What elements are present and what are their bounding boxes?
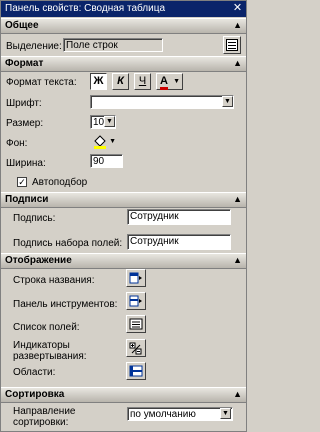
section-format-title: Формат <box>5 58 44 69</box>
text-format-label: Формат текста: <box>6 77 77 88</box>
toolbar-label: Панель инструментов: <box>13 299 118 310</box>
underline-button[interactable]: Ч <box>134 73 151 90</box>
bold-button[interactable]: Ж <box>90 73 107 90</box>
window-title: Панель свойств: Сводная таблица <box>5 3 166 14</box>
title-bar-toggle[interactable] <box>126 269 146 287</box>
fill-color-button[interactable]: ▼ <box>90 133 118 150</box>
section-display-title: Отображение <box>5 255 72 266</box>
font-select[interactable] <box>90 95 234 109</box>
chevron-up-icon: ▲ <box>233 58 242 68</box>
chevron-up-icon: ▲ <box>233 255 242 265</box>
width-input[interactable]: 90 <box>90 154 123 168</box>
selection-label: Выделение: <box>6 41 62 52</box>
caption-label: Подпись: <box>13 213 56 224</box>
font-color-button[interactable]: A ▼ <box>156 73 183 90</box>
paint-bucket-icon <box>94 135 106 149</box>
section-format-header[interactable]: Формат ▲ <box>1 56 246 72</box>
chevron-down-icon: ▼ <box>109 138 116 145</box>
section-captions-title: Подписи <box>5 194 49 205</box>
section-captions-header[interactable]: Подписи ▲ <box>1 192 246 208</box>
chevron-down-icon: ▼ <box>173 78 180 85</box>
drop-areas-icon <box>129 365 143 377</box>
title-bar-label: Строка названия: <box>13 275 95 286</box>
autofit-label: Автоподбор <box>32 177 88 188</box>
fieldset-caption-input[interactable]: Сотрудник <box>127 234 231 250</box>
title-bar[interactable]: Панель свойств: Сводная таблица ✕ <box>1 1 246 17</box>
field-list-toggle[interactable] <box>126 315 146 333</box>
toolbar-icon <box>129 295 142 307</box>
expand-indicators-label: Индикаторы развертывания: <box>13 340 87 362</box>
selection-field: Поле строк <box>63 38 163 52</box>
title-bar-icon <box>129 272 142 284</box>
field-list-label: Список полей: <box>13 322 80 333</box>
toolbar-toggle[interactable] <box>126 292 146 310</box>
chevron-up-icon: ▲ <box>233 20 242 30</box>
areas-label: Области: <box>13 367 56 378</box>
section-general-header[interactable]: Общее ▲ <box>1 18 246 34</box>
caption-input[interactable]: Сотрудник <box>127 209 231 225</box>
font-label: Шрифт: <box>6 98 42 109</box>
sort-direction-select[interactable]: по умолчанию <box>127 407 233 421</box>
fill-label: Фон: <box>6 138 28 149</box>
size-label: Размер: <box>6 118 44 129</box>
fieldset-caption-label: Подпись набора полей: <box>13 238 123 249</box>
areas-toggle[interactable] <box>126 362 146 380</box>
field-list-icon <box>226 39 238 51</box>
property-toolbox-window: Панель свойств: Сводная таблица ✕ Общее … <box>0 0 247 432</box>
select-object-button[interactable] <box>223 36 241 54</box>
chevron-up-icon: ▲ <box>233 194 242 204</box>
autofit-checkbox[interactable]: ✓ <box>17 177 27 187</box>
section-display-header[interactable]: Отображение ▲ <box>1 253 246 269</box>
section-sort-title: Сортировка <box>5 389 65 400</box>
font-color-glyph: A <box>160 75 168 90</box>
section-sort-header[interactable]: Сортировка ▲ <box>1 387 246 403</box>
width-label: Ширина: <box>6 158 46 169</box>
chevron-down-icon[interactable]: ▼ <box>104 116 115 127</box>
chevron-up-icon: ▲ <box>233 389 242 399</box>
expand-indicator-icon <box>129 342 142 355</box>
chevron-down-icon[interactable]: ▼ <box>220 408 231 419</box>
italic-button[interactable]: К <box>112 73 129 90</box>
field-list-icon <box>129 318 143 330</box>
chevron-down-icon[interactable]: ▼ <box>222 96 233 107</box>
expand-indicators-toggle[interactable] <box>126 339 146 357</box>
section-general-title: Общее <box>5 20 39 31</box>
sort-direction-label: Направление сортировки: <box>13 406 76 428</box>
close-icon[interactable]: ✕ <box>232 3 243 14</box>
